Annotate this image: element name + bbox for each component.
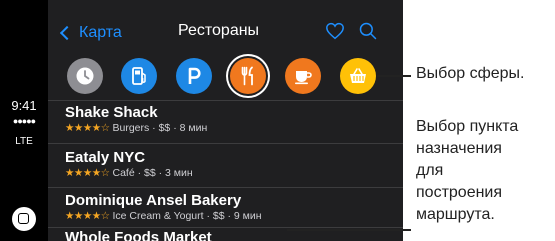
status-time: 9:41 xyxy=(11,98,37,113)
result-details: ★★★★☆ Ice Cream & Yogurt · $$ · 9 мин xyxy=(65,210,385,222)
status-sidebar: 9:41 ●●●●● LTE xyxy=(0,0,48,241)
rating-stars: ★★★★☆ xyxy=(65,210,110,222)
divider xyxy=(48,143,403,144)
list-item[interactable]: Dominique Ansel Bakery ★★★★☆ Ice Cream &… xyxy=(65,192,385,222)
result-name: Shake Shack xyxy=(65,104,158,121)
search-icon[interactable] xyxy=(358,21,378,41)
list-item[interactable]: Shake Shack ★★★★☆ Burgers · $$ · 8 мин xyxy=(65,104,385,134)
result-details: ★★★★☆ Burgers · $$ · 8 мин xyxy=(65,122,385,134)
category-gas-button[interactable] xyxy=(121,58,157,94)
result-name: Dominique Ansel Bakery xyxy=(65,192,242,209)
result-meta: Café · $$ · 3 мин xyxy=(109,167,193,179)
category-coffee-button[interactable] xyxy=(285,58,321,94)
result-meta: Ice Cream & Yogurt · $$ · 9 мин xyxy=(109,210,262,222)
network-type: LTE xyxy=(15,136,33,147)
callout-leader-line xyxy=(377,75,411,77)
category-callout: Выбор сферы. xyxy=(416,65,525,82)
result-name: Eataly NYC xyxy=(65,149,146,166)
clock-icon xyxy=(76,67,94,85)
divider xyxy=(48,100,403,101)
back-label: Карта xyxy=(79,24,122,41)
carplay-screen: 9:41 ●●●●● LTE Карта Рестораны Shake Sha… xyxy=(0,0,403,241)
coffee-icon xyxy=(295,71,312,85)
divider xyxy=(48,187,403,188)
chevron-left-icon xyxy=(59,25,75,41)
rating-stars: ★★★★☆ xyxy=(65,122,110,134)
fuel-icon xyxy=(132,67,146,85)
result-meta: Burgers · $$ · 8 мин xyxy=(109,122,208,134)
list-item[interactable]: Eataly NYC ★★★★☆ Café · $$ · 3 мин xyxy=(65,149,385,179)
category-recent-button[interactable] xyxy=(67,58,103,94)
back-button[interactable]: Карта xyxy=(59,22,122,44)
rating-stars: ★★★★☆ xyxy=(65,167,110,179)
destination-callout: Выбор пункта назначения для построения м… xyxy=(416,118,519,223)
list-item[interactable]: Whole Foods Market xyxy=(65,229,212,241)
signal-strength: ●●●●● xyxy=(12,116,36,126)
divider xyxy=(48,227,403,228)
heart-icon[interactable] xyxy=(325,22,345,40)
home-button[interactable] xyxy=(12,207,36,231)
page-title: Рестораны xyxy=(178,22,260,39)
basket-icon xyxy=(350,68,366,83)
category-groceries-button[interactable] xyxy=(340,58,376,94)
category-restaurants-button[interactable] xyxy=(230,58,266,94)
category-parking-button[interactable] xyxy=(176,58,212,94)
callout-leader-line xyxy=(287,229,411,231)
fork-knife-icon xyxy=(241,66,253,86)
result-details: ★★★★☆ Café · $$ · 3 мин xyxy=(65,167,385,179)
parking-icon xyxy=(188,67,201,84)
